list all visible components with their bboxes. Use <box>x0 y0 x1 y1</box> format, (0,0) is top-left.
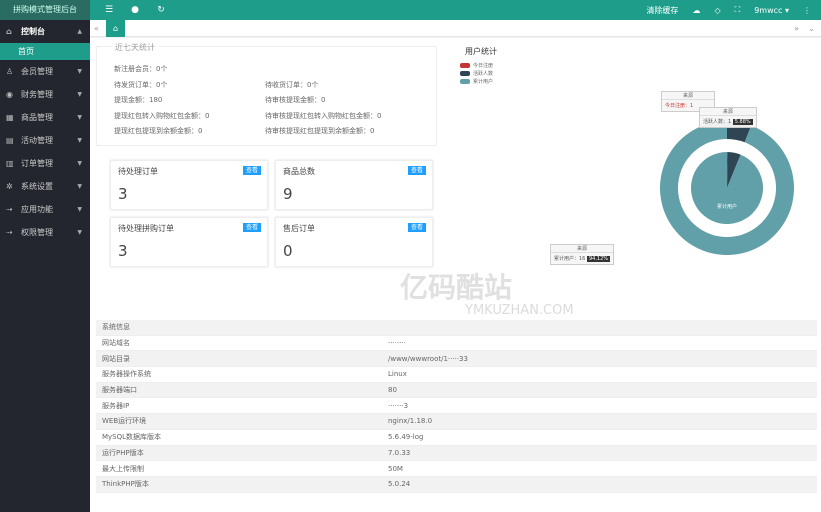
globe-icon[interactable]: ● <box>128 5 142 15</box>
caret-down-icon: ▼ <box>77 206 82 213</box>
scroll-left-icon[interactable]: « <box>94 24 99 33</box>
stat-item: 待审核提现红包转入购物红包金额：0 <box>265 111 382 120</box>
table-row: ThinkPHP版本 5.0.24 <box>96 476 817 493</box>
caret-down-icon: ▼ <box>77 160 82 167</box>
summary-card: 待处理拼购订单 查看 3 <box>110 217 268 267</box>
user-icon: ♙ <box>6 67 14 76</box>
tag-icon[interactable]: ◇ <box>714 6 720 15</box>
order-icon: ▥ <box>6 159 14 168</box>
top-bar: ☰ ● ↻ 清除缓存 ☁ ◇ ⛶ 9mwcc ▾ ⋮ <box>90 0 821 20</box>
summary-card: 待处理订单 查看 3 <box>110 160 268 210</box>
inner-pie-slice[interactable] <box>691 152 763 225</box>
menu-toggle-icon[interactable]: ☰ <box>102 5 116 15</box>
main-content: 近七天统计 新注册会员：0个 待发货订单：0个 待收货订单：0个提现金额：180 待审… <box>90 38 821 512</box>
stat-item: 待审核提现红包提现到余额金额：0 <box>265 127 375 135</box>
caret-down-icon: ▼ <box>77 229 82 236</box>
gear-icon: ✲ <box>6 182 13 191</box>
stat-item: 提现金额：180 <box>114 96 163 104</box>
more-icon[interactable]: ⋮ <box>803 6 811 15</box>
sidebar-item[interactable]: ▥ 订单管理 ▼ <box>0 152 90 175</box>
sidebar-item[interactable]: ▦ 商品管理 ▼ <box>0 106 90 129</box>
view-button[interactable]: 查看 <box>407 223 426 232</box>
fullscreen-icon[interactable]: ⛶ <box>735 5 741 15</box>
view-button[interactable]: 查看 <box>407 166 426 175</box>
clear-cache-button[interactable]: 清除缓存 <box>646 5 678 16</box>
finance-icon: ◉ <box>6 90 13 99</box>
tab-bar: « ⌂ » ⌄ <box>90 19 821 37</box>
tab-menu-icon[interactable]: ⌄ <box>808 24 815 33</box>
table-header: 系统信息 <box>96 320 817 336</box>
user-menu[interactable]: 9mwcc ▾ <box>754 6 789 15</box>
sidebar-item[interactable]: ♙ 会员管理 ▼ <box>0 60 90 83</box>
home-icon: ⌂ <box>6 27 12 36</box>
caret-down-icon: ▼ <box>77 68 82 75</box>
stat-item: 待发货订单：0个 <box>114 80 168 89</box>
theme-icon[interactable]: ☁ <box>692 6 700 15</box>
view-button[interactable]: 查看 <box>242 223 261 232</box>
table-row: 运行PHP版本 7.0.33 <box>96 445 817 462</box>
scroll-right-icon[interactable]: » <box>794 24 799 33</box>
activity-icon: ▤ <box>6 136 14 145</box>
watermark: 亿码酷站 <box>400 271 513 304</box>
tab-home[interactable]: ⌂ <box>106 19 125 37</box>
chart-tooltip: 来源 活跃人数：1 5.88% <box>699 107 757 128</box>
caret-down-icon: ▼ <box>77 114 82 121</box>
summary-card: 商品总数 查看 9 <box>275 160 433 210</box>
summary-card: 售后订单 查看 0 <box>275 217 433 267</box>
app-logo: 拼购模式管理后台 <box>0 0 90 20</box>
stat-item: 待审核提现金额：0 <box>265 96 326 104</box>
system-info-table: 系统信息 网站域名 ········ 网站目录/www/wwwroot/1·····… <box>96 320 817 493</box>
stat-item: 新注册会员：0个 <box>114 65 168 73</box>
table-row: 服务器操作系统 Linux <box>96 367 817 383</box>
sidebar-item[interactable]: ▤ 活动管理 ▼ <box>0 129 90 152</box>
watermark-en: YMKUZHAN.COM <box>465 303 574 318</box>
app-icon: ⇢ <box>6 205 13 214</box>
sidebar-item[interactable]: ✲ 系统设置 ▼ <box>0 175 90 198</box>
table-row: 服务器IP ·······3 <box>96 398 817 415</box>
caret-down-icon: ▼ <box>77 137 82 144</box>
stat-item: 待收货订单：0个 <box>265 80 319 89</box>
caret-down-icon: ▼ <box>77 183 82 190</box>
table-row: 网站目录/www/wwwroot/1·····33 <box>96 351 817 368</box>
stat-item: 提现红包转入购物红包金额：0 <box>114 111 210 120</box>
sidebar-item[interactable]: ◉ 财务管理 ▼ <box>0 83 90 106</box>
seven-day-stats: 近七天统计 新注册会员：0个 待发货订单：0个 待收货订单：0个提现金额：180 待审… <box>96 42 437 146</box>
sidebar-item-dashboard[interactable]: ⌂ 控制台 ▲ <box>0 20 90 43</box>
table-row: 服务器端口 80 <box>96 382 817 399</box>
view-button[interactable]: 查看 <box>242 166 261 175</box>
permission-icon: ⇢ <box>6 228 13 237</box>
table-row: MySQL数据库版本 5.6.49-log <box>96 430 817 446</box>
sidebar-item[interactable]: ⇢ 应用功能 ▼ <box>0 198 90 221</box>
table-row: 网站域名 ········ <box>96 336 817 352</box>
stats-title: 近七天统计 <box>111 42 159 53</box>
caret-down-icon: ▼ <box>77 91 82 98</box>
user-stats-chart: 用户统计 今日注册 活跃人数 累计用户 累计用户 来源 今日注册：1 来源 活跃人数：1… <box>455 43 815 303</box>
table-row: WEB运行环境 nginx/1.18.0 <box>96 414 817 430</box>
refresh-icon[interactable]: ↻ <box>154 5 168 15</box>
caret-up-icon: ▲ <box>77 28 82 35</box>
table-row: 最大上传限制 50M <box>96 461 817 477</box>
sidebar-item[interactable]: ⇢ 权限管理 ▼ <box>0 221 90 244</box>
chart-tooltip: 来源 累计用户：16 94.12% <box>550 244 615 265</box>
sidebar-subitem-home[interactable]: 首页 <box>0 43 90 60</box>
stat-item: 提现红包提现到余额金额：0 <box>114 127 203 135</box>
sidebar: 拼购模式管理后台 ⌂ 控制台 ▲ 首页 ♙ 会员管理 ▼ ◉ 财务管理 ▼ ▦ 商品管理 ▼ ▤ 活动管… <box>0 0 90 512</box>
inner-label: 累计用户 <box>717 203 737 210</box>
goods-icon: ▦ <box>6 113 14 122</box>
